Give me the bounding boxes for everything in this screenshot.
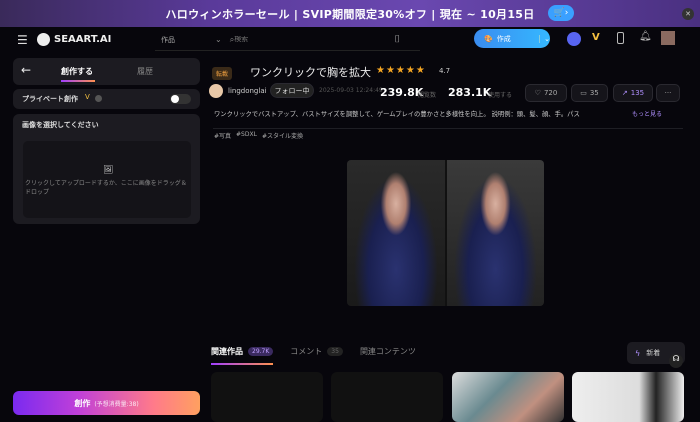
related-count: 29.7K [248,347,274,356]
comment-count: 35 [589,89,599,97]
author-avatar[interactable] [209,84,223,98]
logo-icon [37,33,50,46]
tab-related-content[interactable]: 関連コンテンツ [360,346,416,357]
author-name[interactable]: lingdonglai [228,87,267,95]
uses-count: 283.1K [448,86,492,99]
upload-dropzone[interactable]: 🖼︎ クリックしてアップロードするか、ここに画像をドラッグ＆ドロップ [23,141,191,218]
close-icon[interactable]: ✕ [682,8,694,20]
left-tabs: ← 創作する 履歴 [13,58,200,85]
banner-text: ハロウィンホラーセール | SVIP期間限定30%オフ | 現在 ~ 10月15… [165,7,535,21]
info-icon[interactable] [95,95,102,102]
create-submit-button[interactable]: 創作 (予想消費量:38) [13,391,200,415]
top-nav: ☰ SEAART.AI 作品 ⌄ ⌕ ⌷ 🎨 作成 ⌄ V 🔔︎ [0,27,700,55]
rating-value: 4.7 [439,67,451,75]
repost-badge: 転載 [212,67,233,80]
views-label: 閲覧数 [418,92,437,99]
views-count: 239.8K [380,86,424,99]
like-button[interactable]: ♡ 720 [525,84,567,102]
chevron-down-icon[interactable]: ⌄ [539,34,550,43]
bell-icon[interactable]: 🔔︎ [639,31,652,42]
tab-indicator [211,363,273,365]
cart-button[interactable]: 🛒› [548,5,574,21]
phone-icon[interactable] [617,32,624,44]
tab-comments[interactable]: コメント [290,346,322,357]
tab-indicator [61,80,95,82]
create-submit-label: 創作 [74,398,91,408]
logo[interactable]: SEAART.AI [54,34,111,45]
discord-icon[interactable] [567,32,581,46]
more-button[interactable]: ··· [656,84,680,102]
tab-create[interactable]: 創作する [61,66,93,77]
headset-icon[interactable]: ☊ [669,354,683,368]
create-label: 作成 [496,34,511,43]
comment-count-badge: 35 [327,347,343,356]
tag-list: #写真 #SDXL #スタイル変換 [214,131,303,140]
private-label: プライベート創作 [22,95,78,103]
related-thumb[interactable] [211,372,323,422]
share-count: 135 [630,89,645,97]
lightning-icon: ϟ [635,348,641,358]
vip-icon: V [85,93,90,101]
palette-icon: 🎨 [484,34,493,43]
search-input[interactable] [234,36,395,43]
related-thumb[interactable] [572,372,684,422]
vip-icon[interactable]: V [592,32,600,43]
image-upload-icon: 🖼︎ [103,165,114,174]
upload-hint: クリックしてアップロードするか、ここに画像をドラッグ＆ドロップ [25,180,187,196]
back-arrow-icon[interactable]: ← [21,63,31,77]
menu-icon[interactable]: ☰ [17,33,28,47]
show-more-link[interactable]: もっと見る [632,109,662,118]
chevron-down-icon: ⌄ [215,35,222,44]
tab-history[interactable]: 履歴 [137,66,153,77]
avatar[interactable] [661,31,675,45]
select-title: 画像を選択してください [22,121,99,129]
heart-icon: ♡ [534,89,541,97]
sort-label: 新着 [646,349,661,357]
tag[interactable]: #スタイル変換 [262,131,303,140]
search-bar: 作品 ⌄ ⌕ ⌷ [155,29,420,51]
tag[interactable]: #SDXL [236,131,257,140]
related-thumb[interactable] [452,372,564,422]
share-button[interactable]: ↗ 135 [613,84,653,102]
uses-label: 使用する [488,92,513,99]
publish-date: 2025-09-03 12:24:49 [319,87,383,94]
tab-related-works[interactable]: 関連作品 [211,346,243,357]
promo-banner[interactable]: ハロウィンホラーセール | SVIP期間限定30%オフ | 現在 ~ 10月15… [0,0,700,27]
follow-button[interactable]: フォロー中 [270,83,314,98]
private-toggle[interactable] [170,94,191,104]
camera-icon[interactable]: ⌷ [394,34,400,45]
create-button[interactable]: 🎨 作成 ⌄ [474,29,550,48]
divider [213,128,683,129]
work-title: ワンクリックで胸を拡大 [250,66,371,79]
share-icon: ↗ [621,89,628,97]
related-tabs: 関連作品 29.7K コメント 35 関連コンテンツ [211,346,416,357]
work-image[interactable] [347,160,544,306]
tag[interactable]: #写真 [214,131,231,140]
private-row: プライベート創作 V [13,89,200,109]
comment-button[interactable]: ▭ 35 [571,84,608,102]
related-thumb[interactable] [331,372,443,422]
create-cost: (予想消費量:38) [94,400,139,408]
comment-icon: ▭ [580,89,587,97]
like-count: 720 [543,89,558,97]
description: ワンクリックでバストアップ、バストサイズを調整して、ゲームプレイの豊かさと多様性… [214,111,580,118]
image-select-panel: 画像を選択してください 🖼︎ クリックしてアップロードするか、ここに画像をドラッ… [13,114,200,224]
rating-stars: ★★★★★ [376,65,426,76]
